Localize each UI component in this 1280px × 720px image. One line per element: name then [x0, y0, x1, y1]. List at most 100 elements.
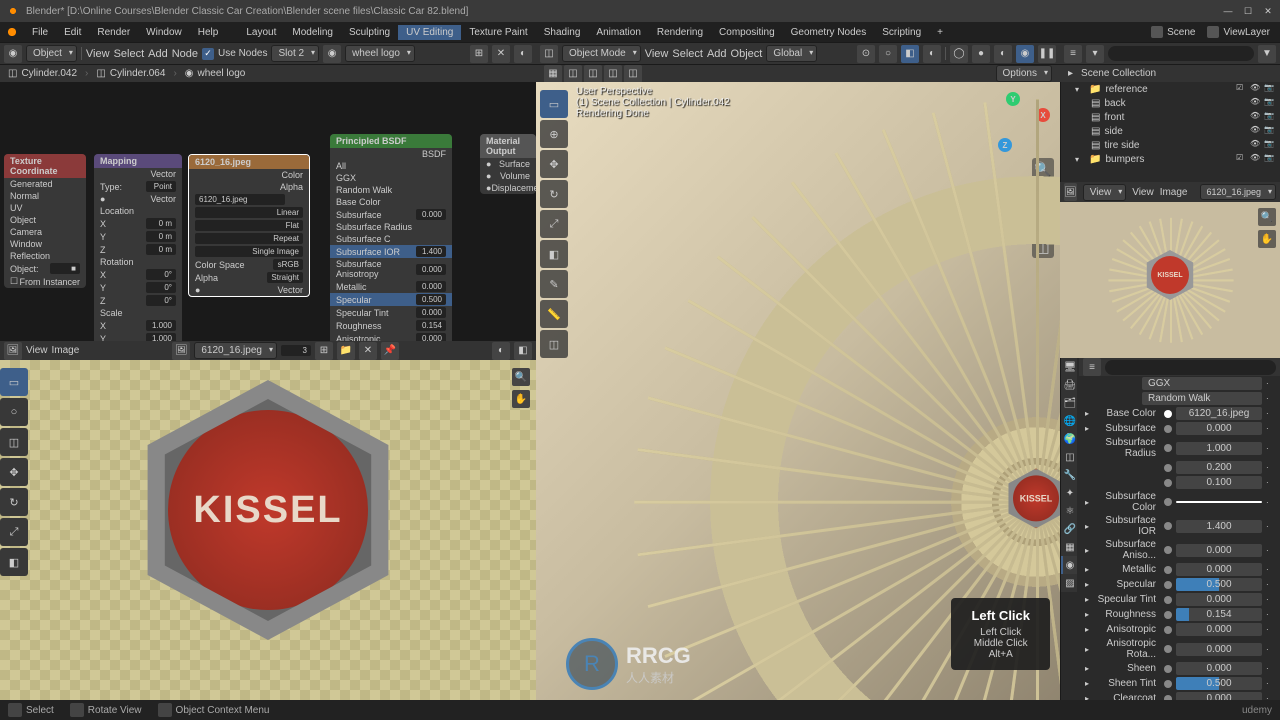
socket-dot-icon[interactable] — [1164, 626, 1172, 634]
image-browse-icon[interactable]: 🖼 — [172, 342, 190, 360]
tab-material-icon[interactable]: ◉ — [1061, 556, 1077, 574]
property-value[interactable]: 0.500 — [1176, 677, 1262, 690]
header-menu[interactable]: Add — [148, 48, 168, 60]
open-image-icon[interactable]: 📁 — [337, 342, 355, 360]
menu-help[interactable]: Help — [190, 25, 227, 40]
keyframe-dot-icon[interactable]: · — [1266, 595, 1274, 604]
scene-name[interactable]: Scene — [1167, 27, 1195, 38]
header-menu[interactable]: View — [86, 48, 110, 60]
image-menu[interactable]: Image — [52, 345, 80, 356]
uv-image-viewport[interactable]: KISSEL 🔍 ✋ — [1060, 202, 1280, 358]
header-menu[interactable]: Node — [172, 48, 198, 60]
node-material-output[interactable]: Material Output ●Surface ●Volume ●Displa… — [480, 134, 536, 194]
node-header[interactable]: Principled BSDF — [330, 134, 452, 148]
menu-window[interactable]: Window — [138, 25, 190, 40]
socket-dot-icon[interactable] — [1164, 425, 1172, 433]
keyframe-dot-icon[interactable]: · — [1266, 546, 1274, 555]
header-menu[interactable]: Select — [114, 48, 145, 60]
workspace-tab[interactable]: Layout — [238, 25, 284, 40]
properties-search[interactable] — [1105, 360, 1276, 375]
tool-transform-icon[interactable]: ◧ — [540, 240, 568, 268]
proportional-icon[interactable]: ○ — [879, 45, 897, 63]
property-value[interactable]: 1.000 — [1176, 442, 1262, 455]
material-icon[interactable]: ◉ — [323, 45, 341, 63]
tool-tweak-icon[interactable]: ▭ — [0, 368, 28, 396]
node-header[interactable]: Mapping — [94, 154, 182, 168]
property-value[interactable]: 0.000 — [1176, 692, 1262, 700]
socket-dot-icon[interactable] — [1164, 566, 1172, 574]
keyframe-dot-icon[interactable]: · — [1266, 478, 1274, 487]
socket-dot-icon[interactable] — [1164, 680, 1172, 688]
menu-render[interactable]: Render — [89, 25, 138, 40]
editor-type-icon[interactable]: 🖼 — [4, 342, 22, 360]
unlink-icon[interactable]: ✕ — [492, 45, 510, 63]
viewlayer-name[interactable]: ViewLayer — [1223, 27, 1270, 38]
visibility-icon[interactable]: ◫ — [604, 65, 622, 83]
keyframe-dot-icon[interactable]: · — [1266, 498, 1274, 507]
use-nodes-checkbox[interactable]: ✓Use Nodes — [202, 48, 267, 60]
editor-type-icon[interactable]: ≡ — [1083, 358, 1101, 376]
selectability-icon[interactable]: ▦ — [544, 65, 562, 83]
zoom-icon[interactable]: 🔍 — [512, 368, 530, 386]
editor-type-icon[interactable]: 🖼 — [1064, 183, 1077, 201]
workspace-tab[interactable]: Modeling — [284, 25, 341, 40]
keyframe-dot-icon[interactable]: · — [1266, 645, 1274, 654]
socket-dot-icon[interactable] — [1164, 464, 1172, 472]
object-mode-dropdown[interactable]: Object — [26, 45, 77, 62]
tool-addcube-icon[interactable]: ◫ — [540, 330, 568, 358]
property-value[interactable]: 0.000 — [1176, 593, 1262, 606]
shading-rendered-icon[interactable]: ◉ — [1016, 45, 1034, 63]
image-editor-viewport[interactable]: ▭ ○ ◫ ✥ ↻ ⤢ ◧ 🔍 ✋ KISSEL — [0, 360, 536, 700]
property-value[interactable]: 0.000 — [1176, 422, 1262, 435]
property-value[interactable]: 0.000 — [1176, 662, 1262, 675]
tool-measure-icon[interactable]: 📏 — [540, 300, 568, 328]
tool-rotate-icon[interactable]: ↻ — [0, 488, 28, 516]
workspace-tab-active[interactable]: UV Editing — [398, 25, 461, 40]
distribution-dropdown[interactable]: GGX — [1142, 377, 1262, 390]
new-image-icon[interactable]: ⊞ — [315, 342, 333, 360]
tab-particle-icon[interactable]: ✦ — [1061, 484, 1077, 502]
tab-physics-icon[interactable]: ⚛ — [1061, 502, 1077, 520]
pan-icon[interactable]: ✋ — [512, 390, 530, 408]
tool-cursor-icon[interactable]: ⊕ — [540, 120, 568, 148]
socket-dot-icon[interactable] — [1164, 498, 1172, 506]
filter-icon[interactable]: ▾ — [1086, 45, 1104, 63]
visibility-icon[interactable]: ◫ — [584, 65, 602, 83]
tool-rotate-icon[interactable]: ↻ — [540, 180, 568, 208]
socket-dot-icon[interactable] — [1164, 645, 1172, 653]
socket-dot-icon[interactable] — [1164, 410, 1172, 418]
unlink-image-icon[interactable]: ✕ — [359, 342, 377, 360]
uv-view-dropdown[interactable]: View — [1083, 184, 1127, 201]
workspace-add[interactable]: + — [929, 25, 951, 40]
tool-select-icon[interactable]: ▭ — [540, 90, 568, 118]
close-button[interactable]: ✕ — [1262, 5, 1274, 17]
workspace-tab[interactable]: Rendering — [649, 25, 711, 40]
tab-object-icon[interactable]: ◫ — [1061, 448, 1077, 466]
workspace-tab[interactable]: Geometry Nodes — [783, 25, 875, 40]
keyframe-dot-icon[interactable]: · — [1266, 625, 1274, 634]
material-name-field[interactable]: wheel logo — [345, 45, 415, 62]
tab-modifier-icon[interactable]: 🔧 — [1061, 466, 1077, 484]
outliner[interactable]: ▾📁reference☑👁📷 ▤back👁📷 ▤front👁📷 ▤side👁📷 … — [1060, 82, 1280, 182]
pin-icon[interactable]: ⊞ — [470, 45, 488, 63]
editor-type-icon[interactable]: ◫ — [540, 45, 558, 63]
tool-scale-icon[interactable]: ⤢ — [540, 210, 568, 238]
socket-dot-icon[interactable] — [1164, 444, 1172, 452]
editor-type-icon[interactable]: ≡ — [1064, 45, 1082, 63]
property-value[interactable]: 0.000 — [1176, 544, 1262, 557]
tool-annotate-icon[interactable]: ○ — [0, 398, 28, 426]
socket-dot-icon[interactable] — [1164, 596, 1172, 604]
workspace-tab[interactable]: Scripting — [874, 25, 929, 40]
node-texture-coordinate[interactable]: Texture Coordinate Generated Normal UV O… — [4, 154, 86, 288]
uv-image-name[interactable]: 6120_16.jpeg — [1200, 184, 1277, 200]
property-value[interactable]: 0.100 — [1176, 476, 1262, 489]
tool-scale-icon[interactable]: ⤢ — [0, 518, 28, 546]
visibility-icon[interactable]: ◫ — [624, 65, 642, 83]
menu-file[interactable]: File — [24, 25, 56, 40]
keyframe-dot-icon[interactable]: · — [1266, 444, 1274, 453]
properties-panel[interactable]: 🖥 🖨 🗂 🌐 🌍 ◫ 🔧 ✦ ⚛ 🔗 ▦ ◉ ▨ ≡ GGX· Random … — [1060, 358, 1280, 700]
mode-dropdown[interactable]: Object Mode — [562, 45, 641, 62]
tool-move-icon[interactable]: ✥ — [540, 150, 568, 178]
tab-viewlayer-icon[interactable]: 🗂 — [1061, 394, 1077, 412]
tab-mesh-icon[interactable]: ▦ — [1061, 538, 1077, 556]
